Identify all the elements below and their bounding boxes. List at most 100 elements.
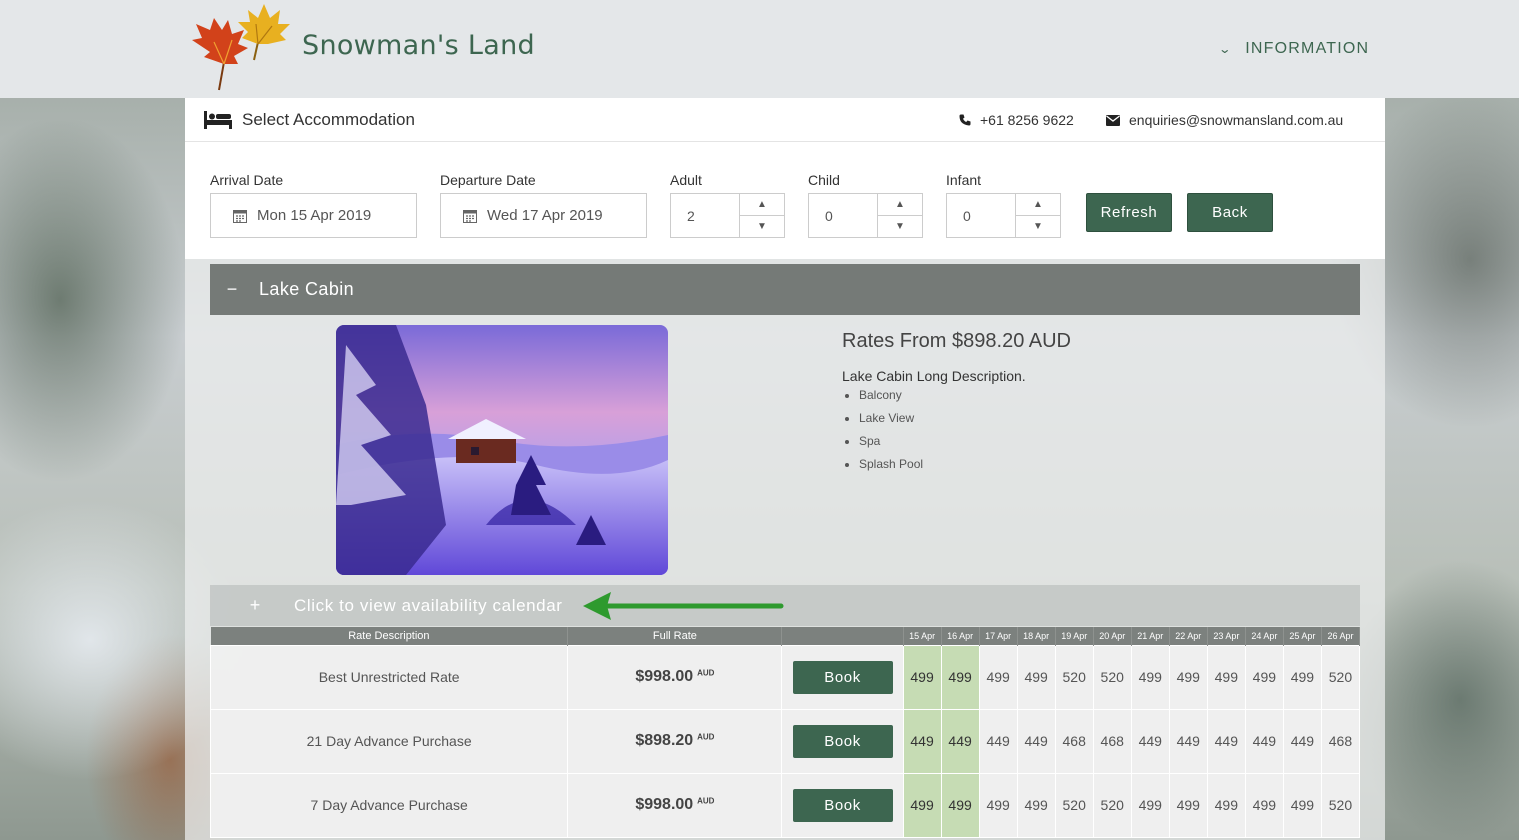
adult-decrement-button[interactable]: ▼ <box>740 215 784 237</box>
daily-price-selected: 499 <box>902 644 942 710</box>
daily-price: 499 <box>1282 644 1322 710</box>
departure-date-field[interactable]: Wed 17 Apr 2019 <box>440 193 647 238</box>
daily-price: 499 <box>1206 644 1246 710</box>
infant-label: Infant <box>946 172 982 188</box>
chevron-down-icon: ⌄ <box>1218 42 1233 56</box>
daily-price: 520 <box>1092 772 1132 838</box>
daily-price: 468 <box>1092 708 1132 774</box>
child-input[interactable] <box>809 194 877 237</box>
column-header-date: 24 Apr <box>1245 627 1284 645</box>
accommodation-description: Lake Cabin Long Description. <box>842 368 1026 384</box>
column-header-date: 22 Apr <box>1169 627 1208 645</box>
daily-price: 499 <box>978 772 1018 838</box>
departure-date-label: Departure Date <box>440 172 536 188</box>
arrival-date-value: Mon 15 Apr 2019 <box>257 207 372 224</box>
collapse-icon: − <box>226 279 238 299</box>
full-rate-cell: $998.00 AUD <box>567 772 783 838</box>
full-rate-amount: $898.20 <box>635 732 694 749</box>
daily-price: 449 <box>1130 708 1170 774</box>
page-title: Select Accommodation <box>242 110 415 129</box>
column-header-date: 17 Apr <box>979 627 1018 645</box>
green-arrow-annotation <box>583 592 784 620</box>
refresh-button[interactable]: Refresh <box>1086 193 1172 232</box>
column-header-date: 23 Apr <box>1207 627 1246 645</box>
daily-price-selected: 499 <box>940 644 980 710</box>
column-header-date: 19 Apr <box>1055 627 1094 645</box>
daily-price: 499 <box>1168 772 1208 838</box>
rates-table: Rate Description Full Rate 15 Apr 16 Apr… <box>209 627 1361 838</box>
full-rate-cell: $998.00 AUD <box>567 644 783 710</box>
rate-row: 21 Day Advance Purchase $898.20 AUD Book… <box>209 708 1361 774</box>
booking-panel: Select Accommodation +61 8256 9622 enqui… <box>185 98 1385 840</box>
expand-icon: + <box>249 595 261 615</box>
daily-price: 499 <box>1130 644 1170 710</box>
brand-name[interactable]: Snowman's Land <box>302 30 535 61</box>
lake-cabin-accordion-header[interactable]: − Lake Cabin <box>210 264 1360 315</box>
availability-calendar-label: Click to view availability calendar <box>294 595 563 615</box>
child-group: Child ▲ ▼ <box>808 172 923 238</box>
bed-icon <box>204 111 232 129</box>
back-button[interactable]: Back <box>1187 193 1273 232</box>
book-button[interactable]: Book <box>792 788 893 822</box>
availability-calendar-toggle[interactable]: + Click to view availability calendar <box>210 585 1360 626</box>
arrival-date-field[interactable]: Mon 15 Apr 2019 <box>210 193 417 238</box>
arrival-date-label: Arrival Date <box>210 172 284 188</box>
daily-price-selected: 499 <box>940 772 980 838</box>
daily-price: 499 <box>1244 772 1284 838</box>
book-button[interactable]: Book <box>792 660 893 694</box>
adult-stepper: ▲ ▼ <box>670 193 785 238</box>
maple-leaves-logo[interactable] <box>184 2 294 94</box>
daily-price: 499 <box>1016 644 1056 710</box>
rate-description: 7 Day Advance Purchase <box>209 772 569 838</box>
rate-row: 7 Day Advance Purchase $998.00 AUD Book … <box>209 772 1361 838</box>
phone-number: +61 8256 9622 <box>980 112 1074 128</box>
daily-price: 520 <box>1320 644 1361 710</box>
child-stepper: ▲ ▼ <box>808 193 923 238</box>
adult-group: Adult ▲ ▼ <box>670 172 785 238</box>
rate-description: 21 Day Advance Purchase <box>209 708 569 774</box>
daily-price: 468 <box>1320 708 1361 774</box>
daily-price: 449 <box>1282 708 1322 774</box>
currency-label: AUD <box>697 796 715 806</box>
infant-decrement-button[interactable]: ▼ <box>1016 215 1060 237</box>
book-cell: Book <box>781 772 904 838</box>
daily-price: 499 <box>978 644 1018 710</box>
adult-label: Adult <box>670 172 702 188</box>
book-cell: Book <box>781 644 904 710</box>
search-form: Arrival Date Mon 15 Apr 2019 Departure D… <box>185 142 1385 259</box>
calendar-icon <box>463 209 477 223</box>
book-button[interactable]: Book <box>792 724 893 758</box>
feature-item: Balcony <box>859 388 923 402</box>
nav-information-menu[interactable]: ⌄ INFORMATION <box>1218 40 1369 58</box>
phone-contact[interactable]: +61 8256 9622 <box>959 112 1074 128</box>
cabin-photo <box>336 325 668 575</box>
adult-input[interactable] <box>671 194 739 237</box>
currency-label: AUD <box>697 732 715 742</box>
infant-increment-button[interactable]: ▲ <box>1016 194 1060 215</box>
daily-price: 449 <box>1016 708 1056 774</box>
column-header-date: 15 Apr <box>903 627 942 645</box>
child-decrement-button[interactable]: ▼ <box>878 215 922 237</box>
rates-from-price: Rates From $898.20 AUD <box>842 330 1071 352</box>
column-header-book <box>781 627 904 645</box>
child-label: Child <box>808 172 840 188</box>
child-increment-button[interactable]: ▲ <box>878 194 922 215</box>
column-header-date: 16 Apr <box>941 627 980 645</box>
full-rate-cell: $898.20 AUD <box>567 708 783 774</box>
column-header-date: 20 Apr <box>1093 627 1132 645</box>
full-rate-amount: $998.00 <box>635 668 694 685</box>
feature-list: Balcony Lake View Spa Splash Pool <box>859 388 923 480</box>
daily-price: 449 <box>1168 708 1208 774</box>
email-contact[interactable]: enquiries@snowmansland.com.au <box>1106 112 1343 128</box>
email-address: enquiries@snowmansland.com.au <box>1129 112 1344 128</box>
column-header-date: 25 Apr <box>1283 627 1322 645</box>
infant-input[interactable] <box>947 194 1015 237</box>
column-header-date: 18 Apr <box>1017 627 1056 645</box>
daily-price: 499 <box>1016 772 1056 838</box>
adult-increment-button[interactable]: ▲ <box>740 194 784 215</box>
column-header-rate-description: Rate Description <box>210 627 569 645</box>
feature-item: Lake View <box>859 411 923 425</box>
feature-item: Spa <box>859 434 923 448</box>
daily-price-selected: 449 <box>940 708 980 774</box>
daily-price: 520 <box>1092 644 1132 710</box>
